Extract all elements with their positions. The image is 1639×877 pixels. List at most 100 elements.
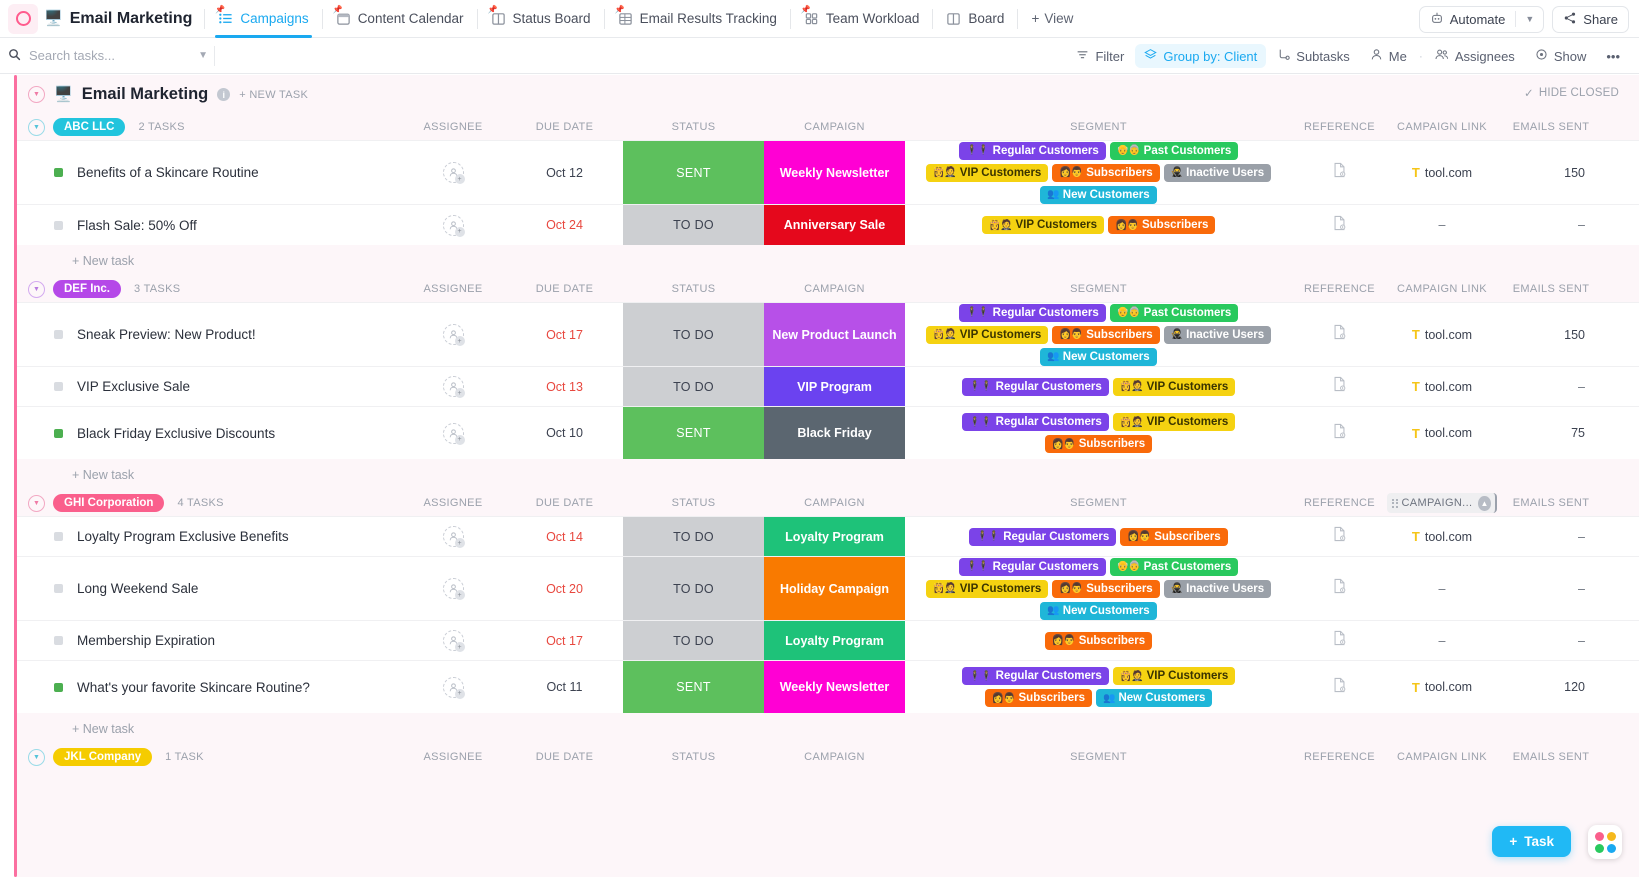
column-header-campaign-link[interactable]: CAMPAIGN LINK — [1387, 744, 1497, 770]
campaign-cell[interactable]: Weekly Newsletter — [764, 141, 905, 204]
group-by-button[interactable]: Group by: Client — [1135, 44, 1267, 68]
segment-tag[interactable]: 👸🤵 VIP Customers — [981, 216, 1105, 234]
segment-tag[interactable]: 🕴️🕴️ Regular Customers — [958, 557, 1106, 576]
assignee-cell[interactable]: + — [400, 367, 506, 406]
due-date-cell[interactable]: Oct 11 — [506, 661, 623, 713]
segment-cell[interactable]: 🕴️🕴️ Regular Customers 👸🤵 VIP Customers … — [905, 661, 1292, 713]
segment-cell[interactable]: 👸🤵 VIP Customers 👩👨 Subscribers — [905, 205, 1292, 245]
table-row[interactable]: Benefits of a Skincare Routine + Oct 12 … — [17, 141, 1639, 205]
emails-sent-cell[interactable]: – — [1497, 205, 1605, 245]
reference-cell[interactable] — [1292, 407, 1387, 459]
more-options-button[interactable]: ••• — [1597, 45, 1629, 68]
add-assignee-icon[interactable]: + — [442, 162, 465, 184]
task-status-marker-icon[interactable] — [54, 220, 63, 230]
automate-button[interactable]: Automate ▼ — [1418, 5, 1545, 33]
segment-tag[interactable]: 👴👵 Past Customers — [1109, 141, 1239, 160]
campaign-link-cell[interactable]: T tool.com — [1387, 141, 1497, 204]
segment-tag[interactable]: 👥 New Customers — [1040, 601, 1157, 620]
column-header-reference[interactable]: REFERENCE — [1292, 276, 1387, 302]
reference-doc-icon[interactable] — [1332, 578, 1347, 599]
sort-ascending-icon[interactable]: ▲ — [1478, 495, 1491, 511]
task-status-marker-icon[interactable] — [54, 682, 63, 692]
apps-launcher-fab[interactable] — [1588, 825, 1622, 859]
column-header-assignee[interactable]: ASSIGNEE — [400, 744, 506, 770]
task-name-cell[interactable]: Long Weekend Sale — [17, 557, 400, 620]
campaign-link-cell[interactable]: – — [1387, 205, 1497, 245]
segment-cell[interactable]: 🕴️🕴️ Regular Customers 👩👨 Subscribers — [905, 517, 1292, 556]
table-row[interactable]: What's your favorite Skincare Routine? +… — [17, 661, 1639, 713]
tab-content-calendar[interactable]: 📌 Content Calendar — [323, 0, 477, 38]
column-header-assignee[interactable]: ASSIGNEE — [400, 276, 506, 302]
column-header-emails-sent[interactable]: EMAILS SENT — [1497, 276, 1605, 302]
new-task-row[interactable]: + New task — [17, 459, 1639, 490]
new-task-button[interactable]: + NEW TASK — [239, 89, 308, 101]
campaign-cell[interactable]: Holiday Campaign — [764, 557, 905, 620]
assignee-cell[interactable]: + — [400, 517, 506, 556]
segment-tag[interactable]: 👩👨 Subscribers — [1044, 435, 1153, 453]
campaign-link-label[interactable]: tool.com — [1425, 530, 1472, 544]
due-date-cell[interactable]: Oct 10 — [506, 407, 623, 459]
column-header-campaign[interactable]: CAMPAIGN — [764, 276, 905, 302]
segment-cell[interactable]: 🕴️🕴️ Regular Customers 👴👵 Past Customers… — [905, 141, 1292, 204]
segment-tag[interactable]: 👩👨 Subscribers — [1052, 325, 1160, 344]
drag-handle-icon[interactable] — [1392, 498, 1398, 508]
tab-board[interactable]: Board — [933, 0, 1017, 38]
task-status-marker-icon[interactable] — [54, 584, 63, 593]
tab-email-results-tracking[interactable]: 📌 Email Results Tracking — [605, 0, 790, 38]
table-row[interactable]: Membership Expiration + Oct 17 TO DO Loy… — [17, 621, 1639, 661]
status-cell[interactable]: SENT — [623, 141, 764, 204]
reference-cell[interactable] — [1292, 517, 1387, 556]
tab-campaigns[interactable]: 📌 Campaigns — [205, 0, 321, 38]
segment-tag[interactable]: 👥 New Customers — [1040, 347, 1157, 366]
reference-doc-icon[interactable] — [1332, 423, 1347, 444]
add-task-fab[interactable]: + Task — [1492, 826, 1571, 857]
emails-sent-cell[interactable]: – — [1497, 517, 1605, 556]
table-row[interactable]: Sneak Preview: New Product! + Oct 17 TO … — [17, 303, 1639, 367]
column-header-status[interactable]: STATUS — [623, 114, 764, 140]
campaign-link-label[interactable]: tool.com — [1425, 328, 1472, 342]
segment-tag[interactable]: 👸🤵 VIP Customers — [925, 579, 1049, 598]
emails-sent-cell[interactable]: – — [1497, 621, 1605, 660]
me-button[interactable]: Me — [1361, 44, 1416, 68]
campaign-cell[interactable]: Loyalty Program — [764, 517, 905, 556]
reference-cell[interactable] — [1292, 621, 1387, 660]
collapse-group-icon[interactable]: ▼ — [28, 494, 45, 512]
column-header-campaign-link[interactable]: CAMPAIGN LINK — [1387, 276, 1497, 302]
add-assignee-icon[interactable]: + — [442, 422, 465, 445]
table-row[interactable]: Flash Sale: 50% Off + Oct 24 TO DO Anniv… — [17, 205, 1639, 245]
column-header-reference[interactable]: REFERENCE — [1292, 744, 1387, 770]
reference-doc-icon[interactable] — [1332, 677, 1347, 698]
campaign-link-cell[interactable]: T tool.com — [1387, 517, 1497, 556]
campaign-link-label[interactable]: tool.com — [1425, 166, 1472, 180]
segment-tag[interactable]: 👩👨 Subscribers — [1052, 579, 1160, 598]
segment-tag[interactable]: 👥 New Customers — [1040, 185, 1157, 204]
column-header-status[interactable]: STATUS — [623, 490, 764, 516]
space-title[interactable]: 🖥️ Email Marketing — [44, 10, 204, 28]
add-assignee-icon[interactable]: + — [442, 578, 465, 600]
campaign-link-cell[interactable]: T tool.com — [1387, 661, 1497, 713]
add-view-button[interactable]: + View — [1018, 11, 1086, 26]
campaign-link-label[interactable]: tool.com — [1425, 426, 1472, 440]
status-cell[interactable]: SENT — [623, 407, 764, 459]
task-status-marker-icon[interactable] — [54, 532, 63, 541]
reference-cell[interactable] — [1292, 205, 1387, 245]
segment-cell[interactable]: 🕴️🕴️ Regular Customers 👴👵 Past Customers… — [905, 557, 1292, 620]
assignee-cell[interactable]: + — [400, 407, 506, 459]
reference-doc-icon[interactable] — [1332, 215, 1347, 236]
task-name-cell[interactable]: Sneak Preview: New Product! — [17, 303, 400, 366]
status-cell[interactable]: TO DO — [623, 557, 764, 620]
collapse-group-icon[interactable]: ▼ — [28, 118, 45, 136]
reference-cell[interactable] — [1292, 367, 1387, 406]
status-cell[interactable]: TO DO — [623, 205, 764, 245]
column-header-campaign-link[interactable]: CAMPAIGN LINK — [1387, 114, 1497, 140]
segment-tag[interactable]: 🕴️🕴️ Regular Customers — [958, 303, 1106, 322]
segment-tag[interactable]: 👩👨 Subscribers — [1120, 527, 1228, 546]
table-row[interactable]: Long Weekend Sale + Oct 20 TO DO Holiday… — [17, 557, 1639, 621]
assignee-cell[interactable]: + — [400, 141, 506, 204]
emails-sent-cell[interactable]: – — [1497, 367, 1605, 406]
search-box[interactable]: ▼ — [8, 43, 208, 69]
reference-cell[interactable] — [1292, 661, 1387, 713]
add-assignee-icon[interactable]: + — [442, 324, 465, 346]
task-name-cell[interactable]: Membership Expiration — [17, 621, 400, 660]
filter-button[interactable]: Filter — [1067, 44, 1133, 68]
